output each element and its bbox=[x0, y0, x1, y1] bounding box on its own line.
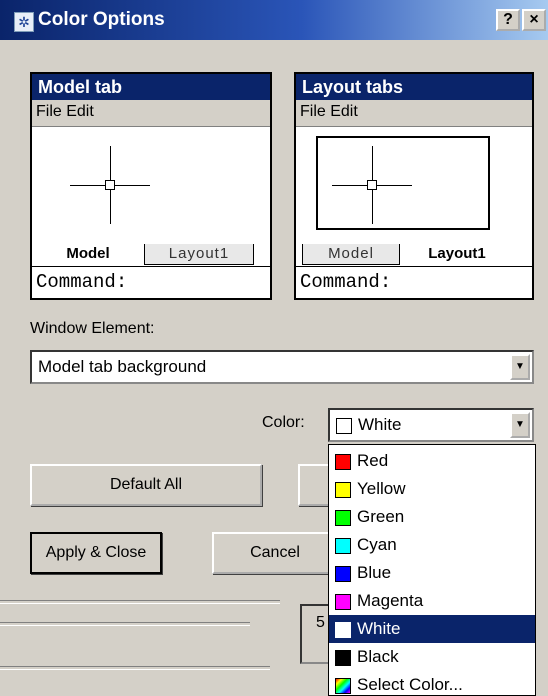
model-command-line: Command: bbox=[32, 268, 270, 296]
window-element-select[interactable]: Model tab background ▼ bbox=[30, 350, 534, 384]
magenta-swatch bbox=[335, 593, 351, 610]
title-bar: ✲ Color Options ? × bbox=[0, 0, 548, 40]
window-title: Color Options bbox=[38, 9, 165, 30]
color-option-white[interactable]: White bbox=[329, 615, 535, 643]
layout-command-line: Command: bbox=[296, 268, 532, 296]
red-swatch bbox=[335, 453, 351, 470]
default-all-button[interactable]: Default All bbox=[30, 464, 262, 506]
color-value: White bbox=[358, 415, 402, 434]
help-button[interactable]: ? bbox=[496, 9, 520, 31]
model-panel-title: Model tab bbox=[32, 74, 270, 100]
divider bbox=[0, 622, 250, 626]
window-element-value: Model tab background bbox=[38, 357, 207, 376]
color-wheel-icon bbox=[335, 677, 351, 694]
model-panel-tabs: Model Layout1 bbox=[32, 244, 270, 267]
green-swatch bbox=[335, 509, 351, 526]
layout-tab-preview[interactable]: Layout tabs File Edit Model Layout1 Comm… bbox=[294, 72, 534, 300]
yellow-swatch bbox=[335, 481, 351, 498]
blue-swatch bbox=[335, 565, 351, 582]
color-option-blue[interactable]: Blue bbox=[329, 559, 535, 587]
color-label: Color: bbox=[262, 414, 305, 431]
white-swatch bbox=[335, 621, 351, 638]
divider bbox=[0, 600, 280, 604]
tab-model[interactable]: Model bbox=[302, 244, 400, 265]
color-option-green[interactable]: Green bbox=[329, 503, 535, 531]
model-tab-preview[interactable]: Model tab File Edit Model Layout1 Comman… bbox=[30, 72, 272, 300]
partial-text: 5 bbox=[316, 614, 325, 631]
tab-layout1[interactable]: Layout1 bbox=[402, 244, 512, 264]
color-swatch bbox=[336, 417, 352, 434]
paper-sheet bbox=[316, 136, 490, 230]
color-option-cyan[interactable]: Cyan bbox=[329, 531, 535, 559]
layout-panel-title: Layout tabs bbox=[296, 74, 532, 100]
color-select[interactable]: White ▼ bbox=[328, 408, 534, 442]
chevron-down-icon[interactable]: ▼ bbox=[510, 412, 530, 438]
cancel-button[interactable]: Cancel bbox=[212, 532, 338, 574]
color-option-yellow[interactable]: Yellow bbox=[329, 475, 535, 503]
layout-panel-tabs: Model Layout1 bbox=[296, 244, 532, 267]
tab-model[interactable]: Model bbox=[42, 244, 134, 264]
color-dropdown-list[interactable]: Red Yellow Green Cyan Blue Magenta White… bbox=[328, 444, 536, 696]
color-option-red[interactable]: Red bbox=[329, 447, 535, 475]
chevron-down-icon[interactable]: ▼ bbox=[510, 354, 530, 380]
apply-close-button[interactable]: Apply & Close bbox=[30, 532, 162, 574]
window-element-label: Window Element: bbox=[30, 320, 155, 337]
black-swatch bbox=[335, 649, 351, 666]
app-icon: ✲ bbox=[14, 12, 34, 32]
close-button[interactable]: × bbox=[522, 9, 546, 31]
layout-panel-menu: File Edit bbox=[296, 100, 532, 127]
color-option-select-color[interactable]: Select Color... bbox=[329, 671, 535, 695]
color-option-magenta[interactable]: Magenta bbox=[329, 587, 535, 615]
tab-layout1[interactable]: Layout1 bbox=[144, 244, 254, 265]
divider bbox=[0, 666, 270, 670]
color-option-black[interactable]: Black bbox=[329, 643, 535, 671]
cyan-swatch bbox=[335, 537, 351, 554]
model-panel-menu: File Edit bbox=[32, 100, 270, 127]
